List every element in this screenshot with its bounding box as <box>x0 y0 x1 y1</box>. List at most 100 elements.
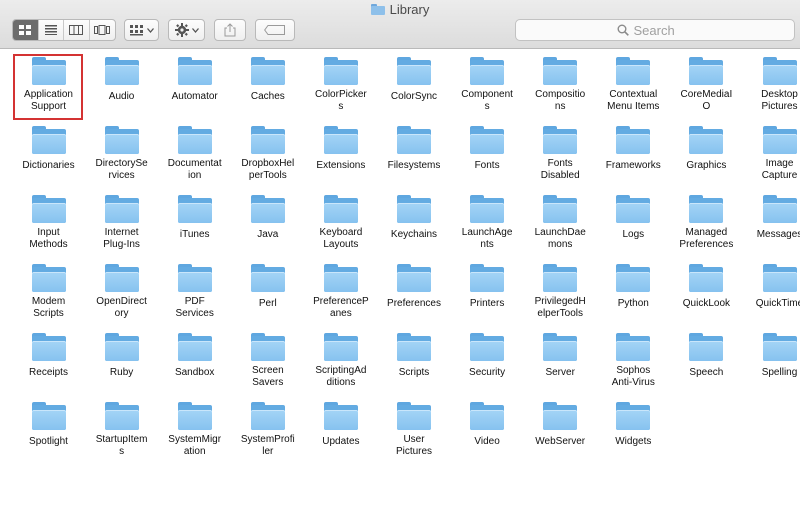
folder-icon <box>762 333 797 361</box>
folder-item[interactable]: Spelling <box>743 325 800 389</box>
folder-item[interactable]: Screen Savers <box>231 325 304 389</box>
folder-icon <box>323 57 358 85</box>
folder-item[interactable]: Documentat ion <box>158 118 231 182</box>
search-field[interactable] <box>515 19 795 41</box>
folder-item[interactable]: Internet Plug-Ins <box>85 187 158 251</box>
folder-item[interactable]: PreferenceP anes <box>304 256 377 320</box>
folder-item[interactable]: Contextual Menu Items <box>597 49 670 113</box>
folder-item[interactable]: Automator <box>158 49 231 113</box>
folder-item[interactable]: Caches <box>231 49 304 113</box>
folder-item[interactable]: Dictionaries <box>12 118 85 182</box>
folder-label: Security <box>469 367 506 378</box>
folder-label: Sophos Anti-Virus <box>611 365 655 388</box>
folder-item[interactable]: StartupItem s <box>85 394 158 458</box>
folder-icon <box>323 333 358 361</box>
cover-flow-view-button[interactable] <box>90 20 115 40</box>
folder-label: CoreMediaI O <box>680 89 733 112</box>
folder-item[interactable]: Printers <box>451 256 524 320</box>
folder-item[interactable]: OpenDirect ory <box>85 256 158 320</box>
folder-label: PDF Services <box>175 296 214 319</box>
share-button[interactable] <box>214 19 246 41</box>
folder-item[interactable]: QuickTime <box>743 256 800 320</box>
folder-item[interactable]: Keyboard Layouts <box>304 187 377 251</box>
folder-item[interactable]: Image Capture <box>743 118 800 182</box>
folder-label: Graphics <box>686 160 727 171</box>
folder-item[interactable]: DropboxHel perTools <box>231 118 304 182</box>
folder-item[interactable]: Receipts <box>12 325 85 389</box>
folder-label: Compositio ns <box>535 89 586 112</box>
folder-item[interactable]: Scripts <box>378 325 451 389</box>
folder-label: Preferences <box>387 298 441 309</box>
folder-label: Receipts <box>29 367 68 378</box>
folder-label: QuickLook <box>682 298 731 309</box>
folder-label: iTunes <box>179 229 210 240</box>
folder-item[interactable]: Widgets <box>597 394 670 458</box>
folder-item[interactable]: Messages <box>743 187 800 251</box>
tags-button[interactable] <box>255 19 295 41</box>
folder-item[interactable]: Keychains <box>378 187 451 251</box>
folder-item[interactable]: Speech <box>670 325 743 389</box>
folder-item[interactable]: Fonts Disabled <box>524 118 597 182</box>
folder-item[interactable]: WebServer <box>524 394 597 458</box>
folder-item[interactable]: Updates <box>304 394 377 458</box>
folder-item[interactable]: Perl <box>231 256 304 320</box>
folder-item[interactable]: LaunchAge nts <box>451 187 524 251</box>
folder-item[interactable]: PDF Services <box>158 256 231 320</box>
folder-item[interactable]: QuickLook <box>670 256 743 320</box>
gear-icon <box>174 23 189 37</box>
folder-item[interactable]: Server <box>524 325 597 389</box>
folder-item[interactable]: DirectorySe rvices <box>85 118 158 182</box>
folder-icon <box>470 126 505 154</box>
folder-item[interactable]: Ruby <box>85 325 158 389</box>
folder-item[interactable]: Security <box>451 325 524 389</box>
folder-icon <box>31 333 66 361</box>
folder-item[interactable]: ScriptingAd ditions <box>304 325 377 389</box>
search-input[interactable] <box>633 22 694 38</box>
folder-item[interactable]: SystemProfi ler <box>231 394 304 458</box>
folder-item[interactable]: Video <box>451 394 524 458</box>
folder-item[interactable]: Modem Scripts <box>12 256 85 320</box>
folder-label: Keyboard Layouts <box>319 227 363 250</box>
folder-item[interactable]: Component s <box>451 49 524 113</box>
folder-item[interactable]: Fonts <box>451 118 524 182</box>
folder-label: LaunchAge nts <box>461 227 513 250</box>
folder-label: Sandbox <box>174 367 215 378</box>
arrange-button[interactable] <box>124 19 159 41</box>
column-view-button[interactable] <box>64 20 90 40</box>
list-view-button[interactable] <box>39 20 64 40</box>
folder-item[interactable]: User Pictures <box>378 394 451 458</box>
folder-item[interactable]: SystemMigr ation <box>158 394 231 458</box>
folder-item[interactable]: Java <box>231 187 304 251</box>
folder-item[interactable]: iTunes <box>158 187 231 251</box>
folder-icon <box>397 57 431 85</box>
action-menu-button[interactable] <box>168 19 205 41</box>
folder-item[interactable]: Filesystems <box>378 118 451 182</box>
folder-item[interactable]: Desktop Pictures <box>743 49 800 113</box>
folder-item[interactable]: Audio <box>85 49 158 113</box>
folder-icon <box>470 195 505 223</box>
folder-item[interactable]: Graphics <box>670 118 743 182</box>
folder-item[interactable]: Preferences <box>378 256 451 320</box>
folder-icon <box>616 126 651 154</box>
folder-item[interactable]: ColorSync <box>378 49 451 113</box>
folder-item[interactable]: Frameworks <box>597 118 670 182</box>
folder-item[interactable]: ColorPicker s <box>304 49 377 113</box>
folder-icon <box>250 402 285 430</box>
folder-label: OpenDirect ory <box>96 296 147 319</box>
icon-view-button[interactable] <box>13 20 39 40</box>
folder-label: DropboxHel perTools <box>241 158 295 181</box>
folder-item[interactable]: Sandbox <box>158 325 231 389</box>
folder-item[interactable]: CoreMediaI O <box>670 49 743 113</box>
folder-item[interactable]: Sophos Anti-Virus <box>597 325 670 389</box>
folder-item[interactable]: Managed Preferences <box>670 187 743 251</box>
folder-item[interactable]: LaunchDae mons <box>524 187 597 251</box>
folder-item[interactable]: Input Methods <box>12 187 85 251</box>
folder-item[interactable]: Compositio ns <box>524 49 597 113</box>
folder-item[interactable]: PrivilegedH elperTools <box>524 256 597 320</box>
folder-label: LaunchDae mons <box>534 227 586 250</box>
folder-item[interactable]: Python <box>597 256 670 320</box>
folder-label: Input Methods <box>29 227 68 250</box>
folder-item[interactable]: Spotlight <box>12 394 85 458</box>
folder-item[interactable]: Extensions <box>304 118 377 182</box>
folder-item[interactable]: Logs <box>597 187 670 251</box>
